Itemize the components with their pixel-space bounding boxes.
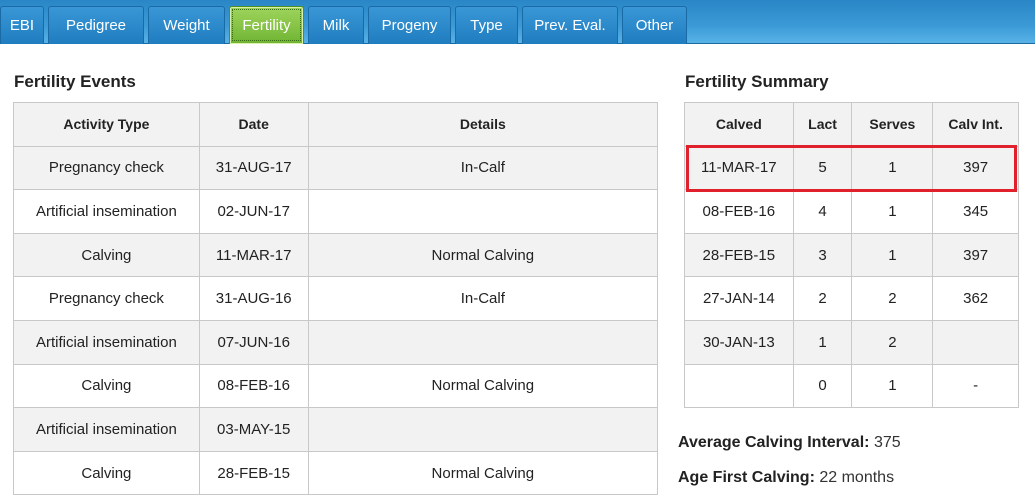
calv-int-cell: - [932,363,1019,409]
details-cell: In-Calf [307,276,659,321]
column-header-date: Date [198,102,309,147]
date-cell: 31-AUG-17 [198,145,309,191]
activity-type-cell: Artificial insemination [13,407,200,452]
table-row: Pregnancy check 31-AUG-16 In-Calf [13,276,659,321]
tab-progeny[interactable]: Progeny [368,6,451,44]
table-row: Artificial insemination 07-JUN-16 [13,319,659,365]
activity-type-cell: Calving [13,232,200,278]
lact-cell: 4 [792,189,853,234]
tab-fertility[interactable]: Fertility [229,6,304,44]
calv-int-cell: 345 [932,189,1019,234]
column-header-lact: Lact [792,102,853,147]
details-cell: Normal Calving [307,450,659,495]
fertility-summary-title: Fertility Summary [685,72,829,91]
details-cell [307,189,659,234]
table-header-row: Activity Type Date Details [13,102,659,147]
lact-cell: 3 [792,232,853,278]
calv-int-cell: 397 [932,145,1019,191]
date-cell: 07-JUN-16 [198,319,309,365]
lact-cell: 2 [792,276,853,321]
table-header-row: Calved Lact Serves Calv Int. [684,102,1019,147]
fertility-events-title: Fertility Events [14,72,136,91]
table-row: Calving 11-MAR-17 Normal Calving [13,232,659,278]
column-header-details: Details [307,102,659,147]
date-cell: 08-FEB-16 [198,363,309,409]
tab-ebi[interactable]: EBI [0,6,44,44]
details-cell [307,319,659,365]
table-row: 28-FEB-15 3 1 397 [684,232,1019,278]
column-header-calved: Calved [684,102,794,147]
calved-cell: 28-FEB-15 [684,232,794,278]
date-cell: 03-MAY-15 [198,407,309,452]
date-cell: 02-JUN-17 [198,189,309,234]
age-first-calving-label: Age First Calving: [678,469,815,486]
serves-cell: 1 [851,189,934,234]
average-calving-interval-value: 375 [873,434,901,451]
tab-type[interactable]: Type [455,6,518,44]
average-calving-interval-label: Average Calving Interval: [678,434,870,451]
date-cell: 11-MAR-17 [198,232,309,278]
serves-cell: 1 [851,145,934,191]
activity-type-cell: Calving [13,450,200,495]
column-header-calv-int: Calv Int. [932,102,1019,147]
column-header-activity-type: Activity Type [13,102,200,147]
details-cell [307,407,659,452]
calved-cell: 11-MAR-17 [684,145,794,191]
table-row: 08-FEB-16 4 1 345 [684,189,1019,234]
serves-cell: 2 [851,319,934,365]
lact-cell: 0 [792,363,853,409]
table-row: Calving 08-FEB-16 Normal Calving [13,363,659,409]
tab-milk[interactable]: Milk [308,6,364,44]
date-cell: 28-FEB-15 [198,450,309,495]
column-header-serves: Serves [851,102,934,147]
table-row: Artificial insemination 03-MAY-15 [13,407,659,452]
fertility-summary-table: Calved Lact Serves Calv Int. 11-MAR-17 5… [684,102,1019,409]
tab-bar: EBI Pedigree Weight Fertility Milk Proge… [0,0,1035,44]
serves-cell: 1 [851,232,934,278]
calved-cell: 27-JAN-14 [684,276,794,321]
tab-pedigree[interactable]: Pedigree [48,6,144,44]
serves-cell: 2 [851,276,934,321]
calved-cell: 30-JAN-13 [684,319,794,365]
serves-cell: 1 [851,363,934,409]
date-cell: 31-AUG-16 [198,276,309,321]
age-first-calving: Age First Calving: 22 months [678,469,894,487]
activity-type-cell: Pregnancy check [13,145,200,191]
table-row: 30-JAN-13 1 2 [684,319,1019,365]
lact-cell: 5 [792,145,853,191]
table-row: Artificial insemination 02-JUN-17 [13,189,659,234]
table-row: Calving 28-FEB-15 Normal Calving [13,450,659,495]
calv-int-cell: 362 [932,276,1019,321]
activity-type-cell: Artificial insemination [13,319,200,365]
activity-type-cell: Artificial insemination [13,189,200,234]
tab-weight[interactable]: Weight [148,6,225,44]
details-cell: In-Calf [307,145,659,191]
tabs: EBI Pedigree Weight Fertility Milk Proge… [0,6,691,44]
table-row: 0 1 - [684,363,1019,409]
calved-cell [684,363,794,409]
activity-type-cell: Pregnancy check [13,276,200,321]
calv-int-cell: 397 [932,232,1019,278]
table-row: Pregnancy check 31-AUG-17 In-Calf [13,145,659,191]
fertility-events-table: Activity Type Date Details Pregnancy che… [13,102,659,495]
average-calving-interval: Average Calving Interval: 375 [678,434,901,452]
calved-cell: 08-FEB-16 [684,189,794,234]
tab-prev-eval[interactable]: Prev. Eval. [522,6,618,44]
table-row: 11-MAR-17 5 1 397 [684,145,1019,191]
details-cell: Normal Calving [307,232,659,278]
lact-cell: 1 [792,319,853,365]
calv-int-cell [932,319,1019,365]
activity-type-cell: Calving [13,363,200,409]
age-first-calving-value: 22 months [819,469,895,486]
tab-other[interactable]: Other [622,6,687,44]
details-cell: Normal Calving [307,363,659,409]
table-row: 27-JAN-14 2 2 362 [684,276,1019,321]
